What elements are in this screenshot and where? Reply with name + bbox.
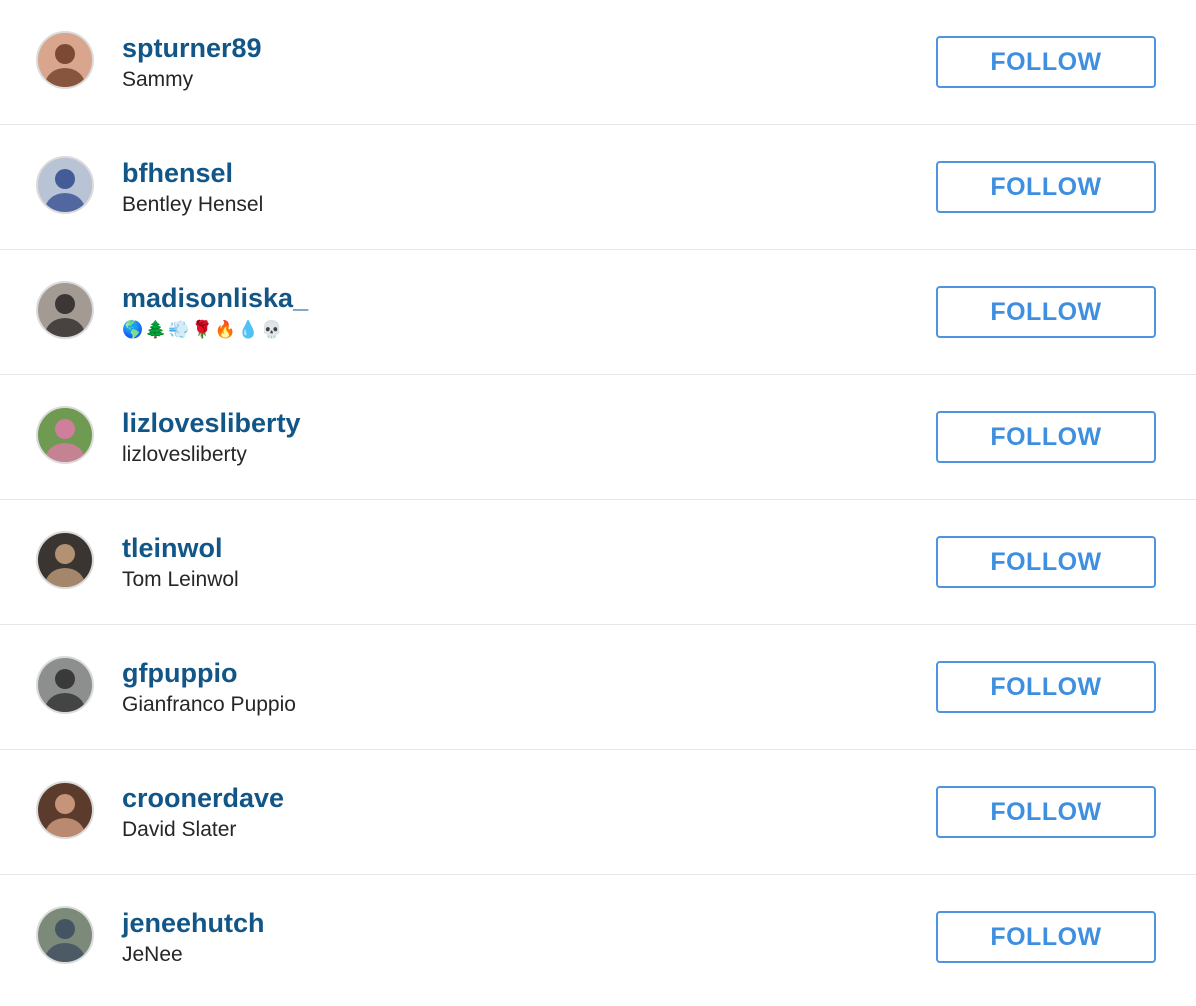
avatar-photo-icon bbox=[38, 533, 92, 587]
avatar-photo-icon bbox=[38, 408, 92, 462]
avatar-photo-icon bbox=[38, 783, 92, 837]
user-row: croonerdave David Slater FOLLOW bbox=[0, 750, 1196, 875]
follow-button[interactable]: FOLLOW bbox=[936, 411, 1156, 463]
follow-button[interactable]: FOLLOW bbox=[936, 286, 1156, 338]
avatar[interactable] bbox=[36, 656, 94, 714]
follow-button[interactable]: FOLLOW bbox=[936, 36, 1156, 88]
follow-button[interactable]: FOLLOW bbox=[936, 536, 1156, 588]
avatar-photo-icon bbox=[38, 658, 92, 712]
full-name: JeNee bbox=[122, 943, 183, 966]
suggested-users-list: spturner89 Sammy FOLLOW bfhensel Bentley… bbox=[0, 0, 1196, 1000]
user-row: gfpuppio Gianfranco Puppio FOLLOW bbox=[0, 625, 1196, 750]
full-name: 🌎🌲💨🌹🔥💧💀 bbox=[122, 320, 285, 340]
avatar[interactable] bbox=[36, 31, 94, 89]
full-name: Tom Leinwol bbox=[122, 568, 239, 591]
user-row: bfhensel Bentley Hensel FOLLOW bbox=[0, 125, 1196, 250]
follow-button[interactable]: FOLLOW bbox=[936, 786, 1156, 838]
avatar[interactable] bbox=[36, 781, 94, 839]
avatar[interactable] bbox=[36, 406, 94, 464]
username-link[interactable]: jeneehutch bbox=[122, 907, 265, 939]
avatar-photo-icon bbox=[38, 283, 92, 337]
full-name: David Slater bbox=[122, 818, 237, 841]
username-link[interactable]: madisonliska_ bbox=[122, 282, 308, 314]
user-row: madisonliska_ 🌎🌲💨🌹🔥💧💀 FOLLOW bbox=[0, 250, 1196, 375]
follow-button[interactable]: FOLLOW bbox=[936, 661, 1156, 713]
avatar-photo-icon bbox=[38, 158, 92, 212]
user-row: jeneehutch JeNee FOLLOW bbox=[0, 875, 1196, 1000]
avatar[interactable] bbox=[36, 531, 94, 589]
avatar[interactable] bbox=[36, 906, 94, 964]
username-link[interactable]: bfhensel bbox=[122, 157, 233, 189]
avatar[interactable] bbox=[36, 156, 94, 214]
full-name: Bentley Hensel bbox=[122, 193, 264, 216]
user-row: tleinwol Tom Leinwol FOLLOW bbox=[0, 500, 1196, 625]
full-name: Gianfranco Puppio bbox=[122, 693, 296, 716]
full-name: lizlovesliberty bbox=[122, 443, 247, 466]
avatar[interactable] bbox=[36, 281, 94, 339]
follow-button[interactable]: FOLLOW bbox=[936, 161, 1156, 213]
follow-button[interactable]: FOLLOW bbox=[936, 911, 1156, 963]
user-row: lizlovesliberty lizlovesliberty FOLLOW bbox=[0, 375, 1196, 500]
username-link[interactable]: gfpuppio bbox=[122, 657, 237, 689]
username-link[interactable]: spturner89 bbox=[122, 32, 262, 64]
avatar-photo-icon bbox=[38, 908, 92, 962]
avatar-photo-icon bbox=[38, 33, 92, 87]
user-row: spturner89 Sammy FOLLOW bbox=[0, 0, 1196, 125]
full-name: Sammy bbox=[122, 68, 194, 91]
username-link[interactable]: tleinwol bbox=[122, 532, 223, 564]
username-link[interactable]: lizlovesliberty bbox=[122, 407, 301, 439]
username-link[interactable]: croonerdave bbox=[122, 782, 284, 814]
